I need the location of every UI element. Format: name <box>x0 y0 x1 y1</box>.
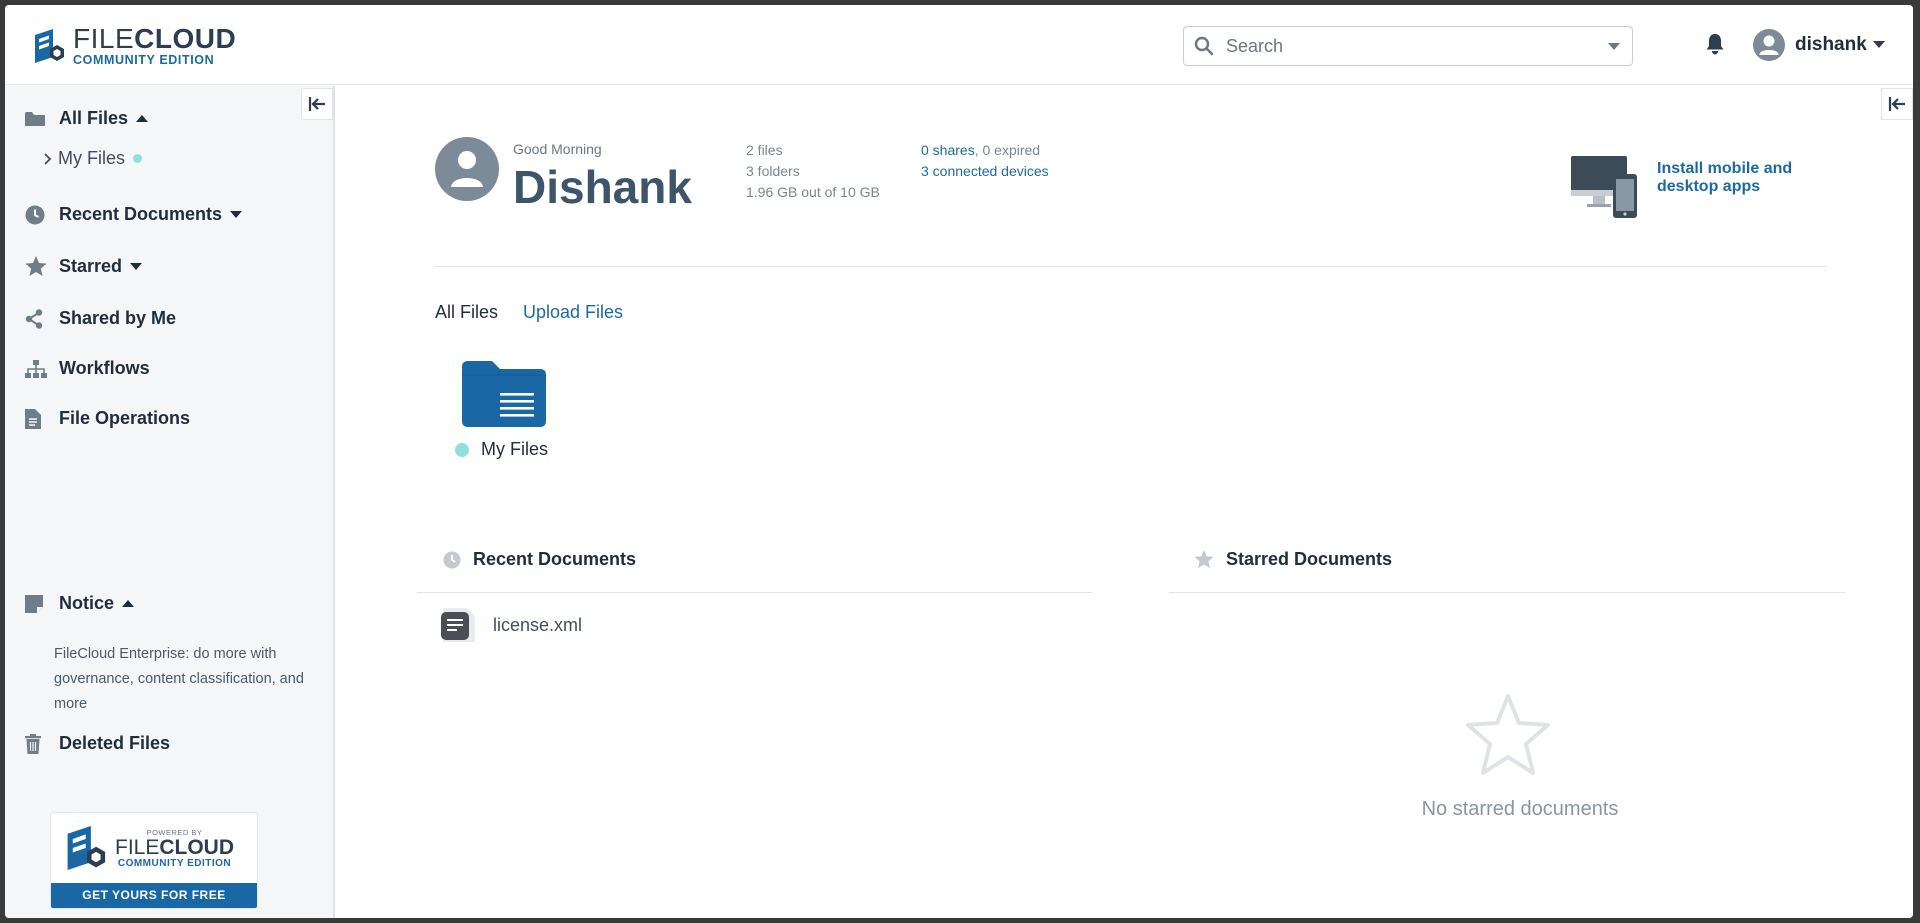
file-tabs: All Files Upload Files <box>435 302 623 323</box>
note-icon <box>25 594 43 613</box>
notice-text: FileCloud Enterprise: do more with gover… <box>54 646 304 712</box>
install-apps-promo[interactable]: Install mobile and desktop apps <box>1571 156 1802 218</box>
list-item[interactable]: license.xml <box>439 606 582 644</box>
devices-icon <box>1571 156 1637 218</box>
connected-devices-link[interactable]: 3 connected devices <box>921 161 1049 182</box>
sidebar-item-label: My Files <box>58 148 125 168</box>
sidebar-item-recent-documents[interactable]: Recent Documents <box>25 204 243 225</box>
sidebar-item-label: File Operations <box>59 408 191 428</box>
caret-up-icon <box>136 114 149 122</box>
tab-all-files[interactable]: All Files <box>435 302 498 323</box>
storage-usage: 1.96 GB out of 10 GB <box>746 184 880 200</box>
sidebar: All Files My Files Recent Documents Star… <box>5 86 335 918</box>
search-icon <box>1194 36 1214 56</box>
user-avatar-icon <box>1753 29 1785 61</box>
promo-wordmark: FILECLOUD <box>115 835 235 859</box>
user-menu[interactable]: dishank <box>1753 29 1885 61</box>
search-input[interactable] <box>1226 35 1586 57</box>
status-dot <box>455 442 469 457</box>
sidebar-item-deleted-files[interactable]: Deleted Files <box>25 733 170 754</box>
filecloud-logo-icon <box>35 28 64 63</box>
sidebar-item-label: Shared by Me <box>59 308 177 328</box>
avatar <box>435 137 499 201</box>
bell-icon[interactable] <box>1705 33 1725 55</box>
collapse-left-icon <box>1888 97 1905 111</box>
folder-label[interactable]: My Files <box>455 439 548 460</box>
search-options-chevron-icon[interactable] <box>1608 43 1620 51</box>
filecloud-logo-icon <box>67 826 106 870</box>
panel-title: Starred Documents <box>1226 549 1393 569</box>
collapse-left-icon <box>308 97 325 111</box>
share-icon <box>25 308 43 329</box>
sidebar-item-label: Deleted Files <box>59 733 171 753</box>
main-content: Good Morning Dishank 2 files 3 folders 1… <box>337 86 1913 918</box>
trash-icon <box>25 733 41 754</box>
document-name: license.xml <box>493 614 583 635</box>
promo-banner[interactable]: POWERED BY FILECLOUD COMMUNITY EDITION G… <box>50 812 258 909</box>
document-icon <box>441 608 475 642</box>
sidebar-item-starred[interactable]: Starred <box>25 256 143 277</box>
recent-documents-header: Recent Documents <box>443 549 636 570</box>
top-bar: FILECLOUD COMMUNITY EDITION d <box>5 5 1913 85</box>
caret-down-icon <box>230 210 243 218</box>
sidebar-item-file-operations[interactable]: File Operations <box>25 408 190 429</box>
caret-up-icon <box>122 599 135 607</box>
expired-count: , 0 expired <box>974 142 1041 158</box>
get-free-button[interactable]: GET YOURS FOR FREE <box>51 883 257 908</box>
star-outline-icon <box>1466 694 1550 775</box>
clock-icon <box>25 205 45 224</box>
document-icon <box>25 408 41 429</box>
user-name: dishank <box>1795 34 1867 55</box>
folder-name: My Files <box>481 439 548 459</box>
storage-stats: 2 files 3 folders 1.96 GB out of 10 GB <box>746 140 880 203</box>
sidebar-item-label: All Files <box>59 108 129 128</box>
sidebar-item-label: Workflows <box>59 358 150 378</box>
section-divider <box>435 266 1827 267</box>
sidebar-item-all-files[interactable]: All Files <box>25 108 149 129</box>
sidebar-item-label: Notice <box>59 593 115 613</box>
share-stats: 0 shares, 0 expired 3 connected devices <box>921 140 1049 182</box>
sidebar-item-workflows[interactable]: Workflows <box>25 358 150 379</box>
install-apps-link[interactable]: Install mobile and desktop apps <box>1657 160 1802 196</box>
starred-documents-header: Starred Documents <box>1194 549 1392 570</box>
filecloud-logo[interactable]: FILECLOUD COMMUNITY EDITION <box>33 25 236 67</box>
files-count: 2 files <box>746 142 783 158</box>
search-box[interactable] <box>1183 26 1633 66</box>
user-avatar-icon <box>451 151 483 187</box>
empty-state-text: No starred documents <box>1421 798 1619 820</box>
sidebar-item-my-files[interactable]: My Files <box>43 148 142 169</box>
sidebar-item-notice[interactable]: Notice <box>25 593 135 614</box>
folder-tile[interactable] <box>462 361 546 432</box>
folders-count: 3 folders <box>746 163 800 179</box>
folder-icon <box>25 111 45 126</box>
user-display-name: Dishank <box>513 161 692 213</box>
chevron-right-icon <box>44 152 52 165</box>
folder-icon <box>462 361 546 427</box>
sidebar-item-label: Starred <box>59 256 123 276</box>
panel-title: Recent Documents <box>473 549 637 569</box>
collapse-sidebar-button[interactable] <box>301 88 333 120</box>
sidebar-item-label: Recent Documents <box>59 204 223 224</box>
panel-divider <box>1169 592 1845 593</box>
workflow-icon <box>25 359 47 378</box>
collapse-right-panel-button[interactable] <box>1881 88 1913 120</box>
clock-icon <box>443 550 461 569</box>
shares-link[interactable]: 0 shares <box>921 142 975 158</box>
star-icon <box>1194 550 1214 569</box>
logo-edition: COMMUNITY EDITION <box>73 53 215 67</box>
promo-edition: COMMUNITY EDITION <box>117 857 232 869</box>
logo-wordmark: FILECLOUD <box>73 23 237 54</box>
app-window: FILECLOUD COMMUNITY EDITION d <box>5 5 1913 918</box>
status-dot <box>133 154 142 163</box>
chevron-down-icon <box>1872 41 1885 48</box>
greeting-text: Good Morning <box>513 141 602 157</box>
sidebar-item-shared-by-me[interactable]: Shared by Me <box>25 308 176 329</box>
caret-down-icon <box>130 262 143 270</box>
panel-divider <box>417 592 1092 593</box>
tab-upload-files[interactable]: Upload Files <box>523 302 623 323</box>
star-icon <box>25 256 47 276</box>
